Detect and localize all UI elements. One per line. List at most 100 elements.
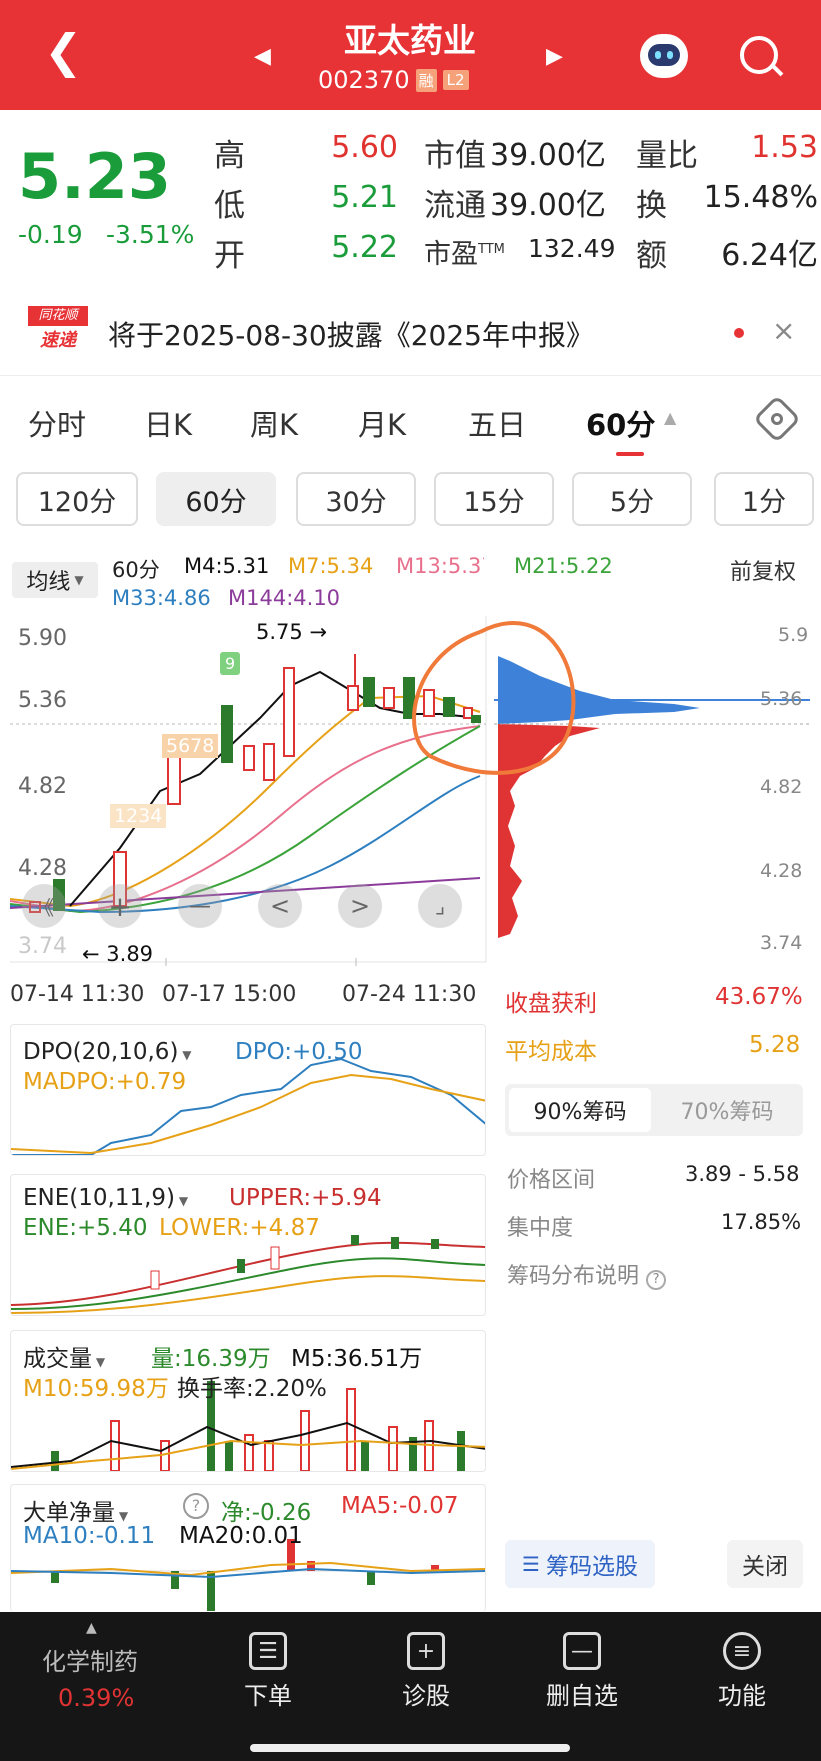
period-30min-button[interactable]: 30分 <box>296 472 416 526</box>
chip-tabs: 90%筹码 70%筹码 <box>505 1084 803 1136</box>
notice-bar[interactable]: 同花顺 速递 将于2025-08-30披露《2025年中报》 × <box>0 284 821 376</box>
dpo-value: DPO:+0.50 <box>235 1039 363 1065</box>
tab-dropdown-icon[interactable]: ▲ <box>664 408 676 427</box>
ma-m13: M13:5.37 <box>396 554 484 578</box>
zoom-reset-icon[interactable]: 《 <box>22 884 66 928</box>
notice-text[interactable]: 将于2025-08-30披露《2025年中报》 <box>108 314 594 354</box>
period-1min-button[interactable]: 1分 <box>714 472 814 526</box>
chip-select-button[interactable]: ☰ 筹码选股 <box>505 1540 655 1588</box>
period-15min-button[interactable]: 15分 <box>434 472 554 526</box>
nav-diagnose[interactable]: + 诊股 <box>356 1632 496 1711</box>
dpo-name[interactable]: DPO(20,10,6) ▼ <box>23 1039 191 1065</box>
tab-monthly-k[interactable]: 月K <box>358 402 406 444</box>
high-marker-text: 5.75 <box>256 620 303 644</box>
nav-remove-watchlist[interactable]: — 删自选 <box>512 1632 652 1711</box>
profit-value: 43.67% <box>715 984 803 1010</box>
y-label-428: 4.28 <box>18 856 67 881</box>
ma-selector[interactable]: 均线 ▼ <box>12 562 98 598</box>
x-label-3: 07-24 11:30 <box>342 982 477 1007</box>
search-icon-handle <box>770 63 784 77</box>
open-value: 5.22 <box>331 230 398 265</box>
mcap-label: 市值 <box>424 138 486 174</box>
tab-intraday[interactable]: 分时 <box>28 402 86 444</box>
tab-five-day[interactable]: 五日 <box>468 402 526 444</box>
period-120min-button[interactable]: 120分 <box>16 472 138 526</box>
range-label: 价格区间 <box>507 1168 596 1193</box>
prev-stock-icon[interactable]: ◀ <box>254 44 271 69</box>
big-order-panel[interactable]: 大单净量 ▼ ? 净:-0.26 MA5:-0.07 MA10:-0.11 MA… <box>10 1484 486 1612</box>
turnover-label: 换 <box>636 188 667 224</box>
tab-weekly-k[interactable]: 周K <box>250 402 298 444</box>
chevron-down-icon: ▼ <box>115 1509 129 1523</box>
low-marker: ← 3.89 <box>82 942 153 966</box>
y-right-536: 5.36 <box>760 688 803 710</box>
nav-diagnose-label: 诊股 <box>402 1682 450 1710</box>
unread-dot <box>734 328 744 338</box>
volume-m5: M5:36.51万 <box>291 1346 423 1372</box>
high-value: 5.60 <box>331 130 398 165</box>
bottom-nav: ▲ 化学制药 0.39% ☰ 下单 + 诊股 — 删自选 ≡ 功能 <box>0 1612 821 1761</box>
nav-function[interactable]: ≡ 功能 <box>672 1632 812 1711</box>
x-label-2: 07-17 15:00 <box>162 982 297 1007</box>
y-label-374: 3.74 <box>18 934 67 959</box>
chip-select-label: 筹码选股 <box>545 1554 638 1580</box>
sector-name[interactable]: 化学制药 <box>42 1642 138 1677</box>
zoom-in-icon[interactable]: + <box>98 884 142 928</box>
chip-explain-text: 筹码分布说明 <box>507 1264 640 1289</box>
tab-60min[interactable]: 60分 <box>586 402 655 444</box>
move-left-icon[interactable]: < <box>258 884 302 928</box>
top-bar: ❮ ◀ 亚太药业 002370 融 L2 ▶ <box>0 0 821 110</box>
tab-70-chips[interactable]: 70%筹码 <box>655 1088 799 1132</box>
period-5min-button[interactable]: 5分 <box>572 472 692 526</box>
ene-name[interactable]: ENE(10,11,9) ▼ <box>23 1185 188 1211</box>
dpo-name-text: DPO(20,10,6) <box>23 1039 179 1065</box>
arrow-left-icon: ← <box>82 942 107 966</box>
concentration-value: 17.85% <box>721 1210 802 1234</box>
volume-name[interactable]: 成交量 ▼ <box>23 1339 105 1373</box>
tab-90-chips[interactable]: 90%筹码 <box>509 1088 651 1132</box>
fullscreen-icon[interactable]: ⌟ <box>418 884 462 928</box>
ths-logo: 同花顺 速递 <box>28 306 88 354</box>
close-chip-button[interactable]: 关闭 <box>727 1540 803 1588</box>
price-change-pct: -3.51% <box>106 220 195 249</box>
active-tab-underline <box>616 452 644 456</box>
help-icon[interactable]: ? <box>183 1493 209 1519</box>
zoom-out-icon[interactable]: — <box>178 884 222 928</box>
big-order-name[interactable]: 大单净量 ▼ <box>23 1493 128 1527</box>
chevron-down-icon: ▼ <box>92 1355 106 1369</box>
robot-assistant-icon[interactable] <box>640 34 688 78</box>
big-order-ma10: MA10:-0.11 <box>23 1523 156 1549</box>
kline-chart[interactable]: 5.90 5.36 4.82 4.28 3.74 5.9 5.36 4.82 4… <box>9 523 810 966</box>
close-notice-icon[interactable]: × <box>772 314 795 347</box>
sector-collapse-icon[interactable]: ▲ <box>86 1620 97 1636</box>
chart-settings-icon[interactable] <box>752 394 802 444</box>
move-right-icon[interactable]: > <box>338 884 382 928</box>
ma-period: 60分 <box>112 558 160 582</box>
cost-label: 平均成本 <box>505 1039 597 1065</box>
volume-panel[interactable]: 成交量 ▼ 量:16.39万 M5:36.51万 M10:59.98万 换手率:… <box>10 1330 486 1472</box>
nav-order[interactable]: ☰ 下单 <box>198 1632 338 1711</box>
y-right-428: 4.28 <box>760 860 803 882</box>
tab-daily-k[interactable]: 日K <box>144 402 192 444</box>
y-right-374: 3.74 <box>760 932 803 954</box>
x-label-1: 07-14 11:30 <box>10 982 145 1007</box>
back-icon[interactable]: ❮ <box>44 28 83 74</box>
float-label: 流通 <box>424 188 486 224</box>
adjust-mode[interactable]: 前复权 <box>730 554 796 586</box>
dpo-panel[interactable]: DPO(20,10,6) ▼ DPO:+0.50 MADPO:+0.79 <box>10 1024 486 1156</box>
range-value: 3.89 - 5.58 <box>685 1162 800 1186</box>
ma-m4: M4:5.31 <box>184 554 270 578</box>
next-stock-icon[interactable]: ▶ <box>546 44 563 69</box>
mcap-value: 39.00亿 <box>490 138 606 173</box>
ma-m7: M7:5.34 <box>288 554 374 578</box>
period-60min-button[interactable]: 60分 <box>156 472 276 526</box>
chip-info-panel: 收盘获利 43.67% 平均成本 5.28 90%筹码 70%筹码 价格区间 3… <box>505 980 810 1610</box>
signal-tag-5678: 5678 <box>162 734 219 758</box>
ma-m21: M21:5.22 <box>514 554 613 578</box>
ene-panel[interactable]: ENE(10,11,9) ▼ UPPER:+5.94 ENE:+5.40 LOW… <box>10 1174 486 1316</box>
arrow-right-icon: → <box>302 620 328 644</box>
chip-explain-link[interactable]: 筹码分布说明 ? <box>507 1258 667 1290</box>
volume-ratio-value: 1.53 <box>751 130 818 165</box>
cost-value: 5.28 <box>749 1032 801 1058</box>
price-change: -0.19 <box>18 220 83 249</box>
